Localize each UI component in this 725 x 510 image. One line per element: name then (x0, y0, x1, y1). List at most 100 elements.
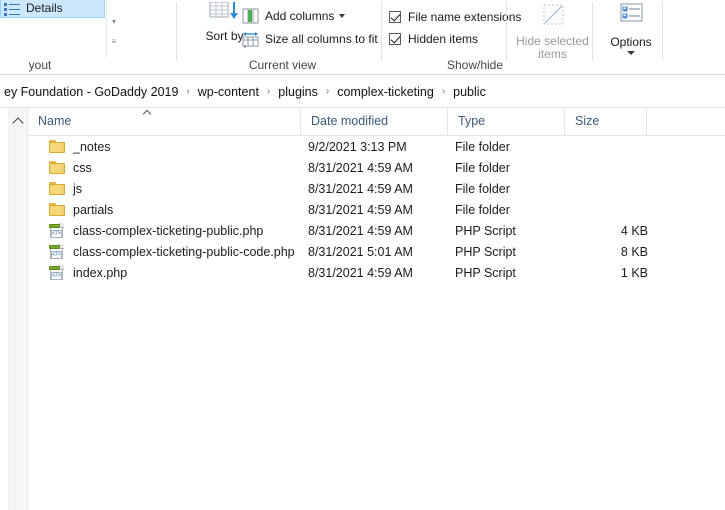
file-rows: _notes 9/2/2021 3:13 PM File folder css 8/31… (28, 136, 725, 283)
file-list-view: Name Date modified Type Size _notes 9/2/2… (28, 108, 725, 510)
cell-size: 8 KB (620, 244, 648, 259)
chevron-down-icon[interactable] (627, 51, 635, 55)
folder-icon (48, 160, 66, 176)
ribbon-group-layout: nt Medium icons (0, 0, 165, 74)
checkbox-icon[interactable] (389, 33, 401, 45)
scroll-up-icon[interactable]: ▾ (109, 18, 119, 26)
table-row[interactable]: _notes 9/2/2021 3:13 PM File folder (28, 136, 725, 157)
size-all-columns-label: Size all columns to fit (265, 32, 378, 46)
cell-name-label: _notes (73, 139, 111, 154)
sort-icon (208, 1, 242, 28)
size-columns-icon-svg (242, 32, 259, 47)
checkbox-icon[interactable] (389, 11, 401, 23)
ribbon-separator-1 (176, 2, 177, 60)
folder-icon (48, 202, 66, 218)
cell-name: css (28, 160, 92, 176)
sort-by-label: Sort by (205, 29, 244, 43)
checkbox-hidden-items[interactable]: Hidden items (389, 32, 478, 46)
table-row[interactable]: js 8/31/2021 4:59 AM File folder (28, 178, 725, 199)
breadcrumb-item[interactable]: public (449, 83, 490, 101)
scroll-more-icon[interactable]: ≡ (109, 38, 119, 46)
file-explorer-window: nt Medium icons (0, 0, 725, 510)
ribbon-group-current-view: Sort by Add columns Size all columns to … (180, 0, 385, 74)
checkbox-file-name-extensions[interactable]: File name extensions (389, 10, 521, 24)
add-columns-icon-svg (242, 8, 259, 24)
ribbon-separator-2 (381, 2, 382, 60)
ribbon-group-layout-label: yout (28, 58, 52, 72)
column-header-size[interactable]: Size (564, 108, 646, 135)
column-header-row: Name Date modified Type Size (28, 108, 725, 136)
cell-name: js (28, 181, 82, 197)
cell-name: </> index.php (28, 264, 128, 281)
add-columns-button[interactable]: Add columns (242, 8, 346, 24)
breadcrumb-item[interactable]: wp-content (194, 83, 263, 101)
breadcrumb-separator: › (266, 86, 271, 97)
address-bar[interactable]: ey Foundation - GoDaddy 2019 › wp-content ›… (0, 76, 725, 108)
content-area: Name Date modified Type Size _notes 9/2/2… (0, 108, 725, 510)
options-icon (614, 2, 648, 32)
cell-size: 1 KB (620, 265, 648, 280)
size-columns-icon (242, 31, 260, 47)
cell-type: PHP Script (455, 265, 516, 280)
cell-date-modified: 8/31/2021 5:01 AM (308, 244, 413, 259)
ribbon-group-options: Options (596, 0, 666, 74)
cell-type: File folder (455, 202, 510, 217)
cell-type: PHP Script (455, 244, 516, 259)
column-header-date-modified[interactable]: Date modified (300, 108, 447, 135)
cell-type: File folder (455, 139, 510, 154)
sort-ascending-icon (143, 110, 152, 115)
cell-name-label: js (73, 181, 83, 196)
column-header-type-label: Type (458, 114, 486, 128)
cell-type: PHP Script (455, 223, 516, 238)
table-row[interactable]: </> index.php 8/31/2021 4:59 AM PHP Script 1… (28, 262, 725, 283)
size-all-columns-button[interactable]: Size all columns to fit (242, 31, 378, 47)
cell-date-modified: 9/2/2021 3:13 PM (308, 139, 407, 154)
hide-selected-items-icon-svg (543, 4, 563, 25)
chevron-up-icon[interactable] (13, 116, 25, 126)
table-row[interactable]: </> class-complex-ticketing-public.php 8/3… (28, 220, 725, 241)
folder-icon (48, 181, 66, 197)
ribbon-separator-4 (592, 2, 593, 60)
cell-size: 4 KB (620, 223, 648, 238)
sort-by-button[interactable]: Sort by (202, 1, 247, 43)
cell-name-label: class-complex-ticketing-public-code.php (73, 244, 295, 259)
breadcrumb-item[interactable]: complex-ticketing (333, 83, 438, 101)
cell-name-label: index.php (73, 265, 128, 280)
layout-scroll-controls[interactable]: ▾ ≡ (106, 0, 120, 58)
ribbon-group-current-view-label: Current view (248, 58, 317, 72)
add-columns-icon (242, 8, 260, 24)
add-columns-label: Add columns (265, 9, 335, 23)
table-row[interactable]: partials 8/31/2021 4:59 AM File folder (28, 199, 725, 220)
hide-selected-items-button[interactable]: Hide selected items (510, 2, 595, 61)
chevron-down-icon[interactable] (339, 14, 346, 18)
ribbon-separator-5 (662, 2, 663, 60)
table-row[interactable]: css 8/31/2021 4:59 AM File folder (28, 157, 725, 178)
php-file-icon: </> (48, 222, 66, 239)
cell-name-label: css (73, 160, 92, 175)
cell-name: _notes (28, 139, 111, 155)
breadcrumb-item[interactable]: ey Foundation - GoDaddy 2019 (0, 83, 182, 101)
column-header-date-modified-label: Date modified (311, 114, 389, 128)
cell-date-modified: 8/31/2021 4:59 AM (308, 202, 413, 217)
layout-item-details[interactable]: Details (0, 0, 105, 18)
folder-icon (48, 139, 66, 155)
breadcrumb-separator: › (325, 86, 330, 97)
php-file-icon: </> (48, 264, 66, 281)
breadcrumb: ey Foundation - GoDaddy 2019 › wp-content ›… (0, 83, 490, 101)
cell-name-label: class-complex-ticketing-public.php (73, 223, 264, 238)
details-view-icon (4, 1, 21, 16)
checkbox-file-name-extensions-label: File name extensions (408, 10, 522, 24)
column-header-type[interactable]: Type (447, 108, 564, 135)
column-header-name[interactable]: Name (28, 108, 308, 135)
cell-date-modified: 8/31/2021 4:59 AM (308, 181, 413, 196)
column-divider-end[interactable] (646, 108, 647, 135)
table-row[interactable]: </> class-complex-ticketing-public-code.p… (28, 241, 725, 262)
hide-selected-items-label-2: items (538, 47, 567, 61)
cell-type: File folder (455, 181, 510, 196)
cell-date-modified: 8/31/2021 4:59 AM (308, 160, 413, 175)
checkbox-hidden-items-label: Hidden items (408, 32, 479, 46)
breadcrumb-item[interactable]: plugins (274, 83, 322, 101)
navigation-pane-strip[interactable] (8, 108, 28, 510)
options-button[interactable]: Options (596, 2, 666, 55)
hide-selected-items-icon (536, 2, 570, 32)
